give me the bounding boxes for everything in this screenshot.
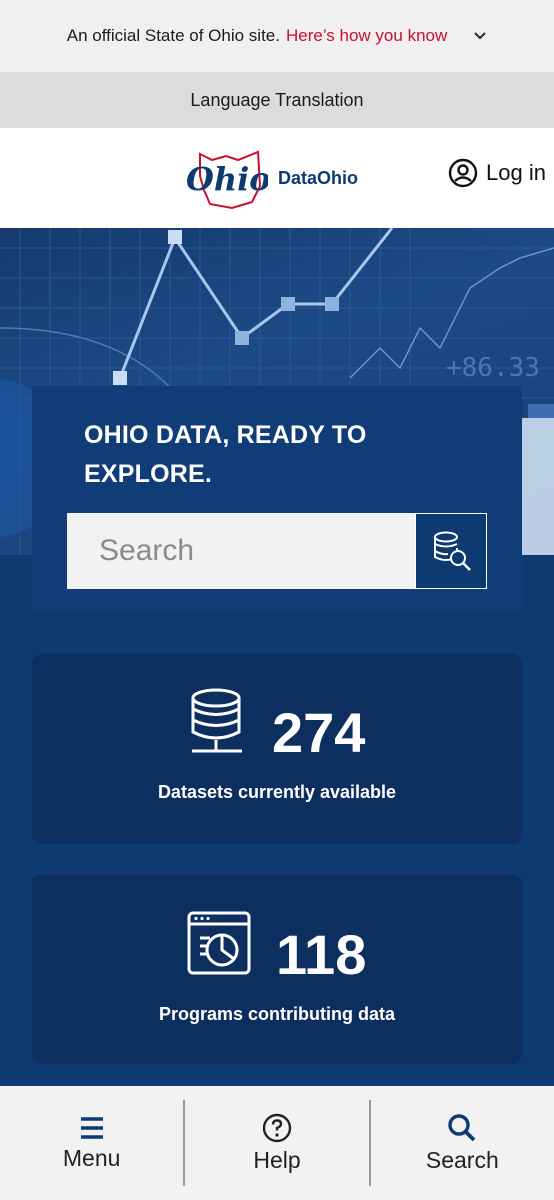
nav-help-label: Help	[253, 1146, 301, 1173]
search-submit-button[interactable]	[415, 513, 487, 589]
database-icon	[191, 688, 242, 753]
official-site-banner: An official State of Ohio site. Here’s h…	[0, 0, 554, 72]
dashboard-report-icon	[187, 911, 251, 975]
dataohio-logo[interactable]: Ohio DataOhio	[182, 146, 358, 210]
datasets-count: 274	[272, 701, 366, 764]
hero-search-card: OHIO DATA, READY TO EXPLORE.	[32, 386, 522, 610]
stat-card-programs: 118 Programs contributing data	[32, 874, 522, 1064]
search-input[interactable]	[67, 513, 415, 589]
datasets-label: Datasets currently available	[157, 782, 397, 802]
nav-menu-label: Menu	[62, 1144, 121, 1171]
database-search-icon	[434, 531, 471, 571]
stat-card-datasets: 274 Datasets currently available	[32, 654, 522, 844]
language-translation-label: Language Translation	[190, 89, 364, 110]
programs-label: Programs contributing data	[158, 1004, 396, 1024]
official-site-text: An official State of Ohio site.	[66, 26, 280, 45]
bottom-navigation: Menu Help Search	[0, 1086, 554, 1200]
ticker-text: +86.33	[446, 353, 540, 383]
logo-wordmark: Ohio	[186, 160, 268, 198]
user-circle-icon	[448, 158, 478, 188]
site-header: Ohio DataOhio Log in	[0, 128, 554, 228]
question-circle-icon	[262, 1113, 292, 1142]
chevron-down-icon[interactable]	[473, 29, 487, 43]
hero-headline: OHIO DATA, READY TO EXPLORE.	[84, 421, 367, 488]
nav-menu-button[interactable]: Menu	[0, 1086, 183, 1200]
brand-name: DataOhio	[278, 167, 359, 188]
nav-help-button[interactable]: Help	[185, 1086, 368, 1200]
login-button[interactable]: Log in	[448, 158, 546, 188]
how-you-know-link[interactable]: Here’s how you know	[286, 26, 447, 46]
ohio-state-logo-icon: Ohio	[186, 150, 268, 210]
language-translation-button[interactable]: Language Translation	[0, 72, 554, 128]
search-icon	[448, 1113, 476, 1141]
hamburger-icon	[80, 1116, 103, 1139]
programs-count: 118	[276, 923, 367, 986]
login-label: Log in	[486, 160, 546, 185]
search-box	[67, 513, 487, 589]
nav-search-label: Search	[425, 1146, 499, 1173]
nav-search-button[interactable]: Search	[371, 1086, 554, 1200]
